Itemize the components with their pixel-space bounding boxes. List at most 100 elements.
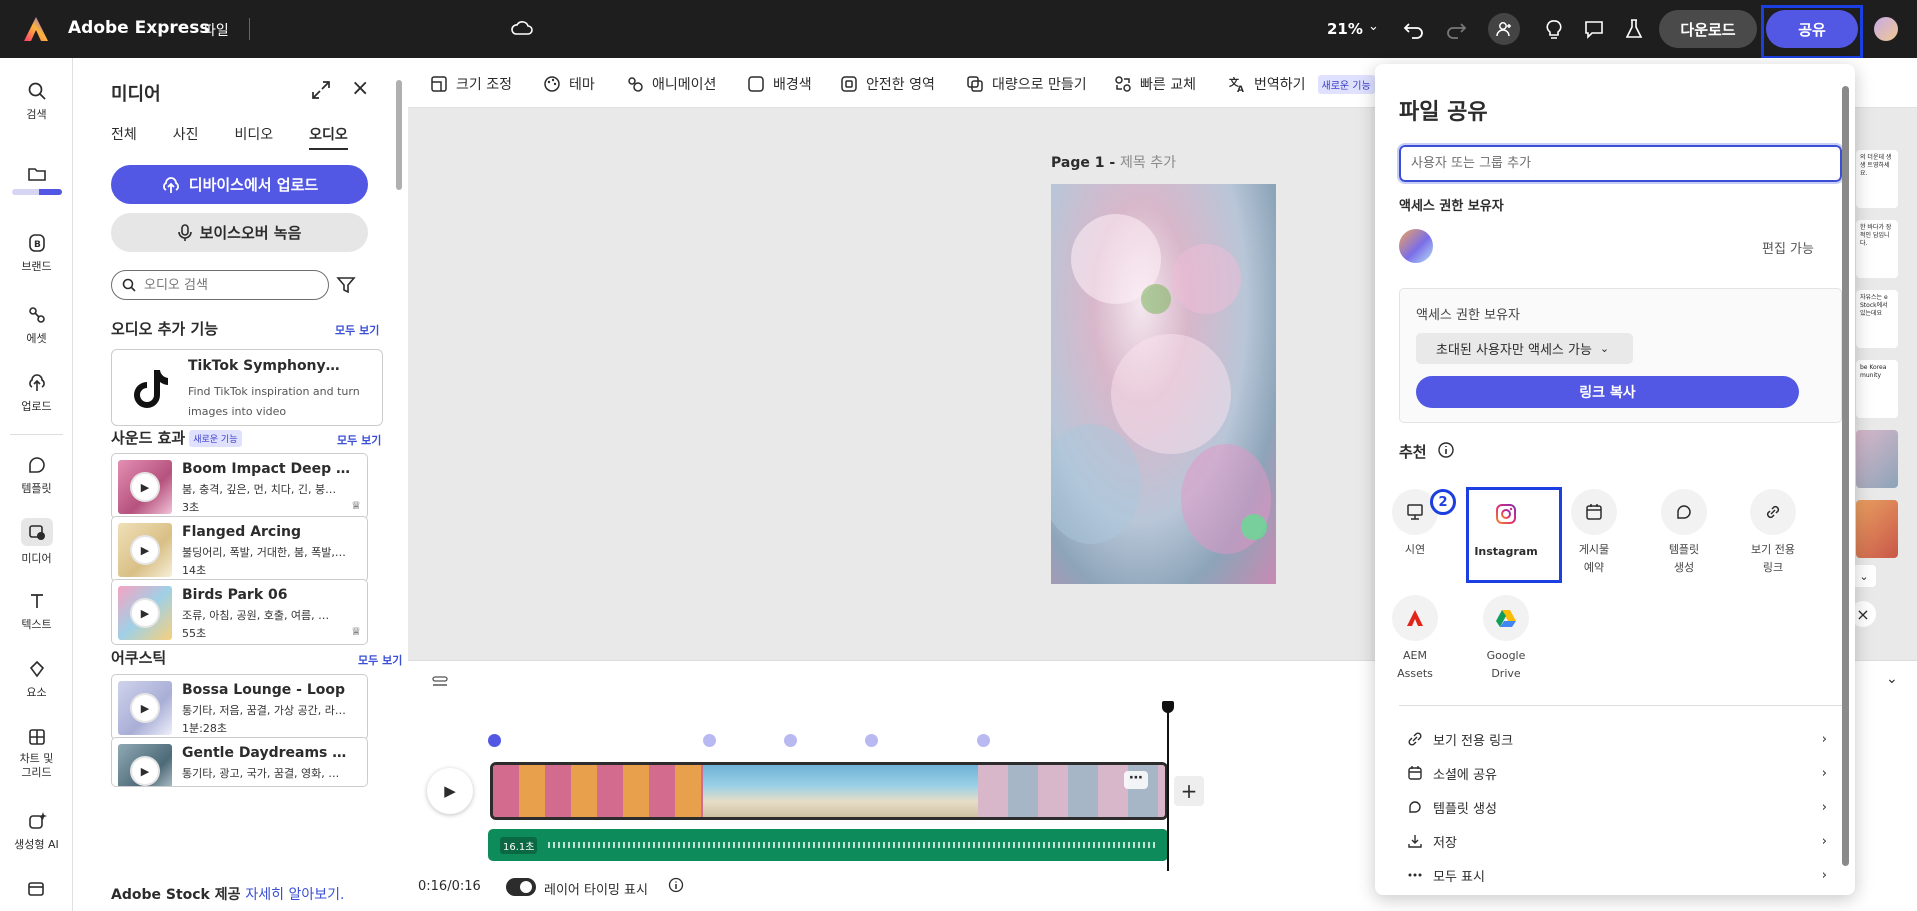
see-all-sfx-link[interactable]: 모두 보기 xyxy=(337,432,381,448)
animation-button[interactable]: 애니메이션 xyxy=(626,74,716,94)
menu-row-show-all[interactable]: 모두 표시 › xyxy=(1407,863,1827,887)
undo-icon[interactable] xyxy=(1400,15,1428,43)
theme-button[interactable]: 테마 xyxy=(543,74,595,94)
play-icon[interactable]: ▶ xyxy=(130,693,160,723)
thumbnail-card[interactable] xyxy=(1856,500,1898,558)
zoom-level[interactable]: 21% xyxy=(1327,20,1363,38)
keyframe-marker[interactable] xyxy=(488,734,501,747)
menu-row-view-only-link[interactable]: 보기 전용 링크 › xyxy=(1407,727,1827,751)
page-title-placeholder[interactable]: 제목 추가 xyxy=(1120,155,1176,171)
more-apps-icon[interactable] xyxy=(26,880,46,898)
copy-link-button[interactable]: 링크 복사 xyxy=(1416,376,1799,408)
adobe-express-logo-icon[interactable] xyxy=(22,15,50,43)
tab-photos[interactable]: 사진 xyxy=(173,124,199,150)
lightbulb-icon[interactable] xyxy=(1540,15,1568,43)
resize-button[interactable]: 크기 조정 xyxy=(430,74,512,94)
close-icon[interactable]: × xyxy=(351,76,369,101)
rail-item-elements[interactable]: 요소 xyxy=(0,658,73,700)
access-level-select[interactable]: 초대된 사용자만 액세스 가능 ⌄ xyxy=(1416,333,1633,364)
audio-search-box[interactable] xyxy=(111,270,329,300)
rail-item-text[interactable]: 텍스트 xyxy=(0,590,73,632)
thumbnail-card[interactable]: 의 더운데 생생 트영하세요. xyxy=(1856,150,1898,208)
rail-item-media[interactable]: 미디어 xyxy=(0,518,73,566)
bulk-create-button[interactable]: 대량으로 만들기 xyxy=(966,74,1087,94)
cloud-save-icon[interactable] xyxy=(510,18,534,38)
rail-item-generative-ai[interactable]: 생성형 AI xyxy=(0,810,73,852)
list-item[interactable]: ▶ Flanged Arcing 불딩어리, 폭발, 거대한, 붐, 폭발,… … xyxy=(111,516,368,582)
redo-icon[interactable] xyxy=(1442,15,1470,43)
tab-all[interactable]: 전체 xyxy=(111,124,137,150)
rail-item-chart-grid[interactable]: 차트 및 그리드 xyxy=(0,726,73,780)
share-option-google-drive[interactable]: Google Drive xyxy=(1466,595,1546,683)
add-clip-button[interactable]: + xyxy=(1174,776,1204,806)
page-title[interactable]: Page 1 - 제목 추가 xyxy=(1051,152,1176,172)
info-icon[interactable] xyxy=(1437,441,1455,459)
rail-item-brand[interactable]: B 브랜드 xyxy=(0,232,73,274)
share-panel-scrollbar[interactable] xyxy=(1841,72,1850,887)
play-button[interactable]: ▶ xyxy=(427,768,473,814)
filter-icon[interactable] xyxy=(336,275,356,295)
rail-item-search[interactable]: 검색 xyxy=(0,80,73,122)
invite-user-icon[interactable] xyxy=(1488,13,1520,45)
page-image-cherry-blossom[interactable] xyxy=(1051,184,1276,584)
info-icon[interactable] xyxy=(668,877,684,893)
chevron-down-icon[interactable]: ⌄ xyxy=(1886,671,1898,687)
keyframe-marker[interactable] xyxy=(865,734,878,747)
aem-icon xyxy=(1407,610,1423,626)
labs-flask-icon[interactable] xyxy=(1620,15,1648,43)
comment-icon[interactable] xyxy=(1580,15,1608,43)
thumbnail-card[interactable]: be Korea munity xyxy=(1856,360,1898,418)
menu-row-share-social[interactable]: 소셜에 공유 › xyxy=(1407,761,1827,785)
user-avatar[interactable] xyxy=(1874,17,1898,41)
thumbnail-card[interactable]: 자유스는 e Stock에서 있는데요 xyxy=(1856,290,1898,348)
learn-more-link[interactable]: 자세히 알아보기. xyxy=(245,887,344,903)
list-item[interactable]: ▶ Boom Impact Deep D… 붐, 충격, 깊은, 먼, 치다, … xyxy=(111,453,368,519)
share-option-view-link[interactable]: 보기 전용 링크 xyxy=(1734,489,1812,577)
list-item[interactable]: ▶ Birds Park 06 조류, 아침, 공원, 호출, 여름, … 55… xyxy=(111,579,368,645)
keyframe-marker[interactable] xyxy=(977,734,990,747)
list-item[interactable]: ▶ Bossa Lounge - Loop 통기타, 저음, 꿈결, 가상 공간… xyxy=(111,674,368,740)
share-option-schedule-post[interactable]: 게시물 예약 xyxy=(1555,489,1633,577)
tiktok-addon-card[interactable]: TikTok Symphony… Find TikTok inspiration… xyxy=(111,349,383,426)
background-color-button[interactable]: 배경색 xyxy=(747,74,812,94)
video-clip-track[interactable] xyxy=(490,762,1168,820)
panel-scrollbar[interactable] xyxy=(395,64,403,894)
play-icon[interactable]: ▶ xyxy=(130,472,160,502)
file-menu[interactable]: 파일 xyxy=(203,20,229,40)
chevron-down-icon[interactable]: ⌄ xyxy=(1368,19,1379,34)
thumbnail-card[interactable]: 한 바다가 장적인 담입니다. xyxy=(1856,220,1898,278)
tab-videos[interactable]: 비디오 xyxy=(235,124,274,150)
list-item[interactable]: ▶ Gentle Daydreams - Lo… 통기타, 광고, 국가, 꿈결… xyxy=(111,737,368,787)
menu-row-template-create[interactable]: 템플릿 생성 › xyxy=(1407,795,1827,819)
menu-row-save[interactable]: 저장 › xyxy=(1407,829,1827,853)
play-icon[interactable]: ▶ xyxy=(130,535,160,565)
clip-more-icon[interactable]: ⋯ xyxy=(1124,771,1148,789)
tab-audio[interactable]: 오디오 xyxy=(309,124,348,150)
rail-item-upload[interactable]: 업로드 xyxy=(0,372,73,414)
translate-button[interactable]: 文A 번역하기 새로운 기능 xyxy=(1228,74,1375,94)
rail-item-template[interactable]: 템플릿 xyxy=(0,454,73,496)
rail-item-folder[interactable] xyxy=(0,163,73,195)
quick-swap-button[interactable]: 빠른 교체 xyxy=(1114,74,1196,94)
keyframe-marker[interactable] xyxy=(784,734,797,747)
play-icon[interactable]: ▶ xyxy=(130,598,160,628)
audio-track[interactable]: 16.1초 xyxy=(488,829,1168,861)
keyframe-marker[interactable] xyxy=(703,734,716,747)
upload-from-device-button[interactable]: 디바이스에서 업로드 xyxy=(111,165,368,204)
safe-area-button[interactable]: 안전한 영역 xyxy=(840,74,935,94)
playhead[interactable] xyxy=(1167,703,1169,871)
chevron-down-icon[interactable]: ⌄ xyxy=(1852,565,1876,587)
download-button[interactable]: 다운로드 xyxy=(1659,10,1757,48)
record-voiceover-button[interactable]: 보이스오버 녹음 xyxy=(111,213,368,252)
layer-timing-toggle[interactable] xyxy=(506,878,536,896)
add-user-input[interactable] xyxy=(1397,143,1844,184)
audio-search-input[interactable] xyxy=(144,277,304,293)
share-option-template-create[interactable]: 템플릿 생성 xyxy=(1645,489,1723,577)
play-icon[interactable]: ▶ xyxy=(130,756,160,786)
share-option-aem[interactable]: AEM Assets xyxy=(1375,595,1455,683)
thumbnail-card[interactable] xyxy=(1856,430,1898,488)
see-all-addons-link[interactable]: 모두 보기 xyxy=(335,322,379,338)
expand-icon[interactable] xyxy=(311,80,331,100)
rail-item-assets[interactable]: 에셋 xyxy=(0,304,73,346)
timeline-drag-handle-icon[interactable] xyxy=(432,675,450,689)
